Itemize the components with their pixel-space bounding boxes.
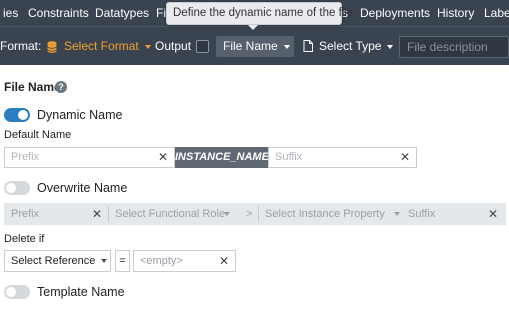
database-icon [47, 41, 57, 53]
divider [108, 206, 109, 222]
operator-select[interactable]: = [115, 250, 130, 272]
tab-properties[interactable]: ies [3, 0, 18, 26]
section-title: File Name [4, 80, 61, 94]
tab-files[interactable]: Fi [156, 0, 166, 26]
select-type-label: Select Type [319, 39, 382, 53]
clear-icon[interactable]: ✕ [92, 203, 102, 225]
chevron-down-icon [387, 44, 394, 49]
default-name-label: Default Name [4, 129, 72, 141]
help-icon[interactable]: ? [55, 81, 67, 93]
overwrite-suffix-input[interactable]: Suffix [408, 203, 435, 225]
delete-value-input[interactable]: <empty> ✕ [133, 250, 236, 272]
tab-history[interactable]: History [437, 0, 474, 26]
file-description-input[interactable]: File description [399, 36, 509, 58]
template-name-toggle[interactable] [4, 285, 30, 299]
select-reference-dropdown[interactable]: Select Reference [4, 250, 111, 272]
select-format-label: Select Format [64, 39, 139, 53]
overwrite-name-toggle[interactable] [4, 181, 30, 195]
toggle-knob [6, 183, 16, 193]
dynamic-name-toggle[interactable] [4, 108, 30, 122]
prefix-placeholder: Prefix [11, 151, 40, 163]
default-prefix-input[interactable]: Prefix ✕ [4, 147, 175, 168]
clear-icon[interactable]: ✕ [158, 148, 168, 167]
output-checkbox[interactable] [196, 40, 209, 53]
tab-datatypes[interactable]: Datatypes [95, 0, 149, 26]
toggle-knob [6, 287, 16, 297]
overwrite-prefix-input[interactable]: Prefix [11, 203, 39, 225]
clear-icon[interactable]: ✕ [219, 251, 229, 271]
tooltip-arrow [248, 25, 258, 30]
tab-constraints[interactable]: Constraints [28, 0, 89, 26]
suffix-placeholder: Suffix [275, 151, 303, 163]
delete-if-label: Delete if [4, 233, 45, 245]
chevron-down-icon [101, 259, 108, 264]
tooltip: Define the dynamic name of the file [166, 2, 353, 25]
file-name-button[interactable]: File Name [216, 36, 294, 57]
tab-labels[interactable]: Label [484, 0, 509, 26]
chevron-down-icon [224, 212, 230, 216]
instance-name-token: INSTANCE_NAME [175, 147, 269, 168]
format-label: Format: [0, 39, 42, 53]
template-name-label: Template Name [37, 285, 125, 299]
instance-property-select[interactable]: Select Instance Property [265, 203, 385, 225]
document-icon [303, 40, 313, 52]
overwrite-name-label: Overwrite Name [37, 181, 128, 195]
divider [258, 206, 259, 222]
chevron-down-icon [144, 44, 151, 49]
toggle-knob [18, 110, 28, 120]
output-label: Output [155, 39, 192, 53]
dynamic-name-label: Dynamic Name [37, 108, 123, 122]
chevron-down-icon [394, 212, 400, 216]
overwrite-name-row: Prefix ✕ Select Functional Role > Select… [4, 203, 506, 225]
select-type-dropdown[interactable]: Select Type [319, 27, 394, 65]
functional-role-select[interactable]: Select Functional Role [115, 203, 225, 225]
file-toolbar: Format: Select Format Output File Name S… [0, 26, 509, 65]
default-suffix-input[interactable]: Suffix ✕ [268, 147, 417, 168]
select-format-dropdown[interactable]: Select Format [64, 27, 151, 65]
clear-icon[interactable]: ✕ [400, 148, 410, 167]
value-placeholder: <empty> [140, 255, 183, 267]
clear-icon[interactable]: ✕ [488, 203, 498, 225]
select-reference-label: Select Reference [11, 255, 96, 267]
tab-deployments[interactable]: Deployments [360, 0, 430, 26]
file-name-label: File Name [223, 39, 278, 53]
arrow-right-icon: > [246, 208, 253, 220]
chevron-down-icon [283, 44, 290, 49]
